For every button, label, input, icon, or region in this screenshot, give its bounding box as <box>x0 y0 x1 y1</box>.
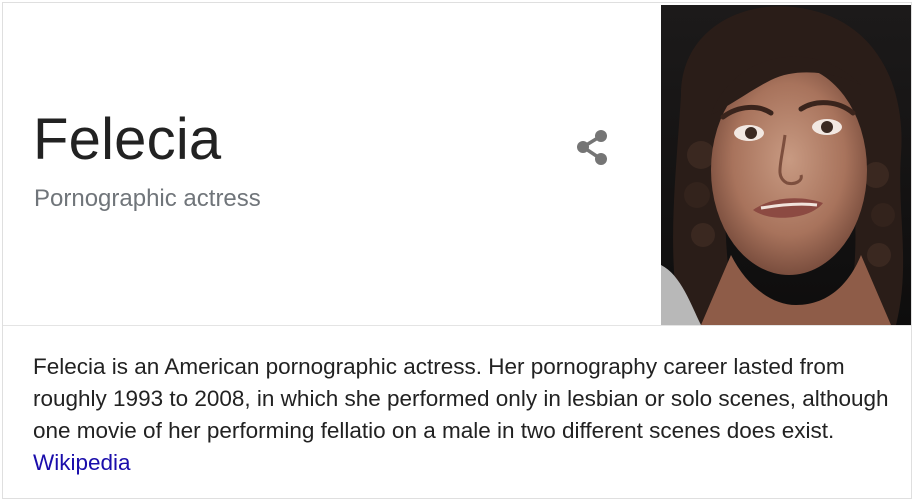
person-photo <box>661 5 911 325</box>
entity-description: Felecia is an American pornographic actr… <box>33 351 893 479</box>
entity-subtitle: Pornographic actress <box>34 185 261 212</box>
section-divider <box>3 325 911 326</box>
entity-title: Felecia <box>33 107 222 172</box>
entity-photo[interactable] <box>661 5 911 325</box>
share-icon <box>577 130 607 165</box>
knowledge-panel-header: Felecia Pornographic actress <box>3 3 911 325</box>
wikipedia-link[interactable]: Wikipedia <box>33 450 131 475</box>
description-text: Felecia is an American pornographic actr… <box>33 354 889 443</box>
share-button[interactable] <box>571 127 615 171</box>
knowledge-panel-card: Felecia Pornographic actress Felecia is … <box>2 2 912 499</box>
